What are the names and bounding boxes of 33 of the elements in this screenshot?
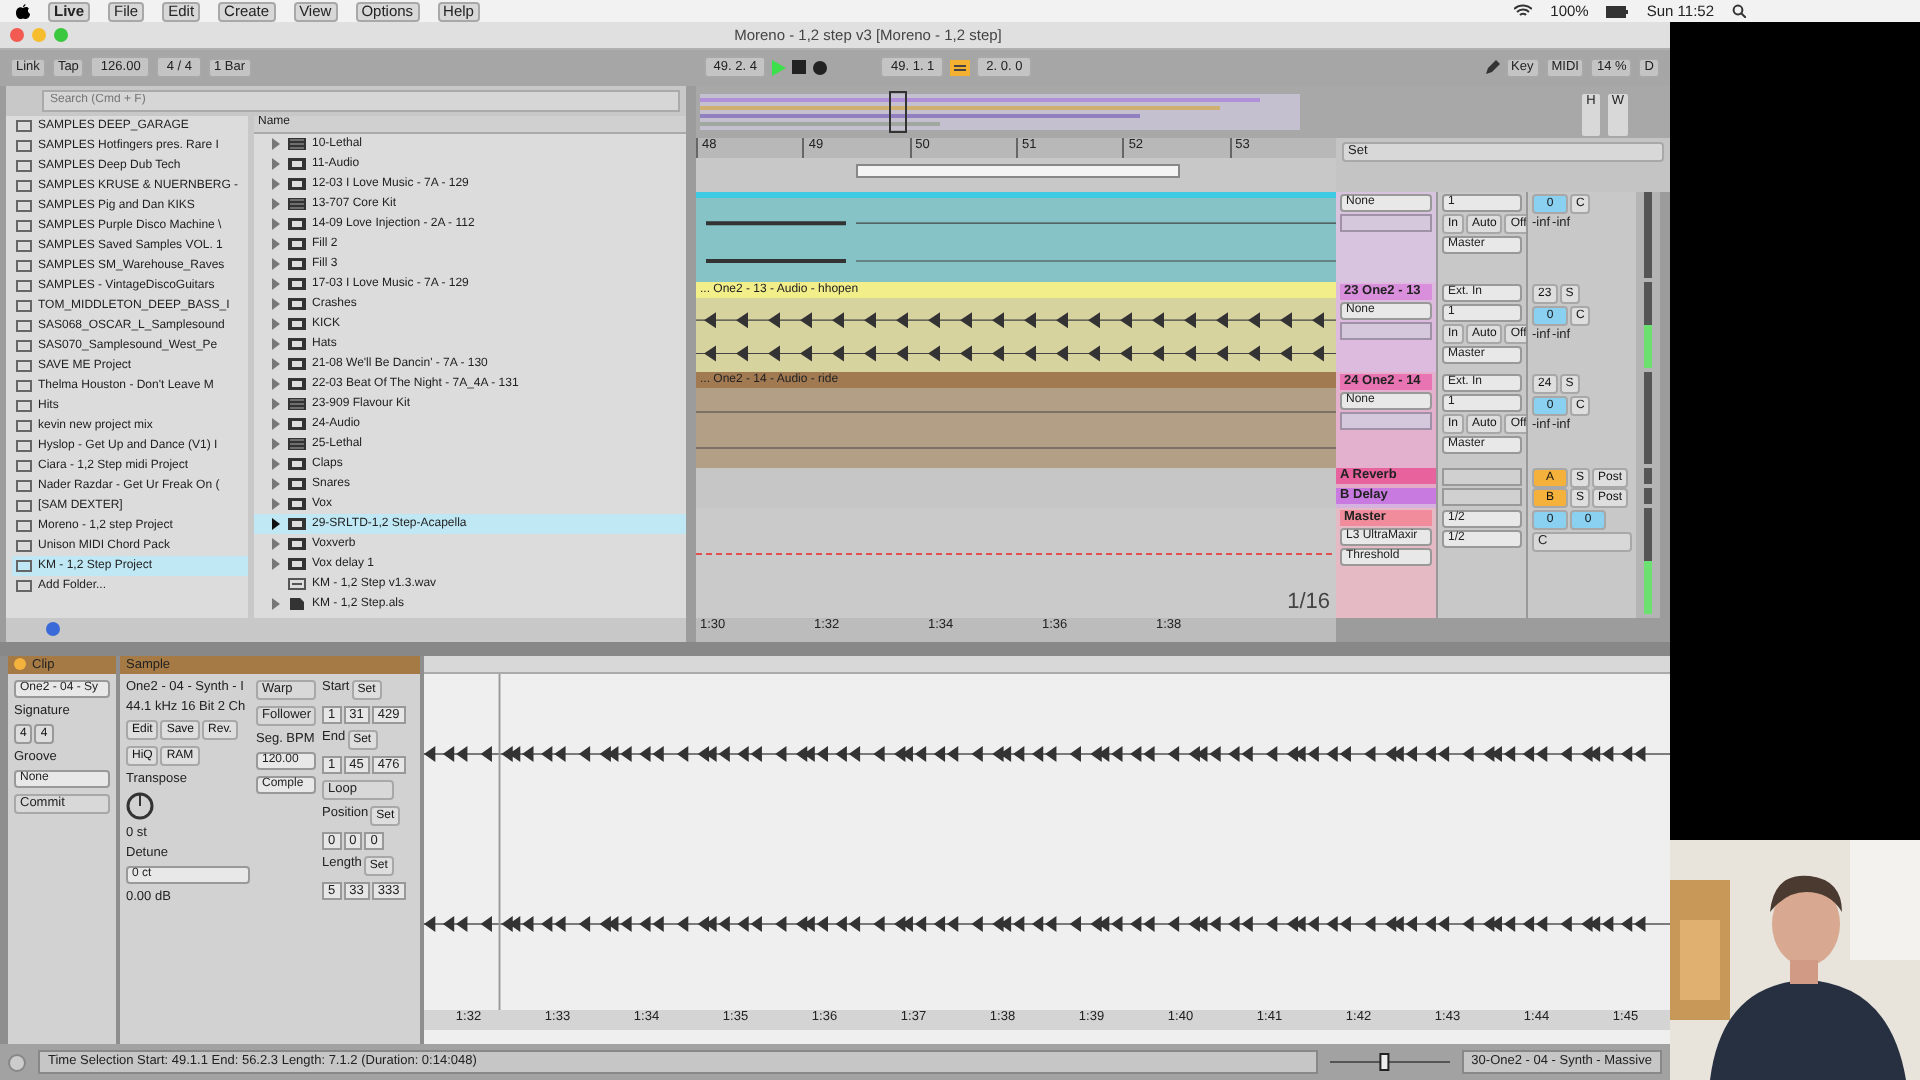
document-icon [288,597,306,610]
rack-icon [288,417,306,430]
track-lane[interactable]: 1/16 [696,507,1336,618]
clip-header[interactable] [696,191,1336,198]
slider-thumb[interactable] [1378,1053,1389,1072]
kit-icon [288,397,306,410]
level-meter [1644,281,1652,368]
clip-activator[interactable] [14,658,26,671]
kit-icon [288,137,306,150]
loop-icon[interactable] [950,59,971,76]
loop-brace[interactable] [856,163,1180,178]
battery-icon[interactable] [1606,5,1629,17]
zoom-button[interactable] [54,27,68,42]
close-button[interactable] [10,27,24,42]
info-icon[interactable] [46,622,60,637]
input-field[interactable] [1340,321,1432,340]
kit-icon [288,437,306,450]
transpose-knob[interactable] [126,791,154,820]
level-meter [1644,371,1652,464]
stop-icon[interactable] [792,60,807,75]
grid-label: 1/16 [1287,589,1330,614]
search-icon[interactable] [1732,4,1746,18]
wifi-icon[interactable] [1514,4,1533,18]
kit-icon [288,197,306,210]
level-meter [1644,507,1652,614]
level-meter [1644,191,1652,278]
input-field[interactable] [1340,411,1432,430]
input-field[interactable] [1340,213,1432,232]
audio-file-icon [288,577,306,590]
apple-icon[interactable] [16,3,30,19]
pencil-icon[interactable] [1485,60,1500,75]
zoom-slider[interactable] [1329,1052,1450,1073]
record-icon[interactable] [812,59,829,76]
